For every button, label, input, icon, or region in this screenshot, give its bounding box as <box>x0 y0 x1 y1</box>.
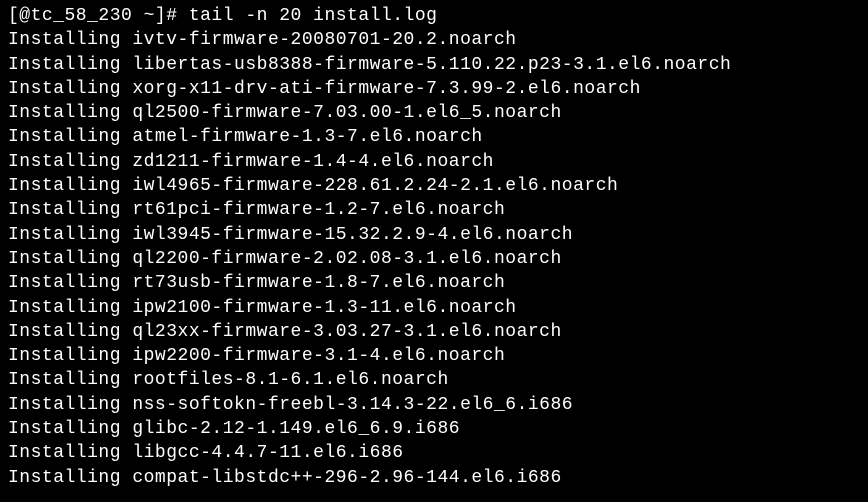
output-line: Installing libgcc-4.4.7-11.el6.i686 <box>8 441 860 465</box>
output-line: Installing rt73usb-firmware-1.8-7.el6.no… <box>8 271 860 295</box>
command-prompt-line: [@tc_58_230 ~]# tail -n 20 install.log <box>8 4 860 28</box>
output-line: Installing atmel-firmware-1.3-7.el6.noar… <box>8 125 860 149</box>
output-line: Installing libertas-usb8388-firmware-5.1… <box>8 53 860 77</box>
shell-prompt: [@tc_58_230 ~]# <box>8 6 189 26</box>
terminal-output[interactable]: [@tc_58_230 ~]# tail -n 20 install.log I… <box>8 4 860 490</box>
output-line: Installing ipw2100-firmware-1.3-11.el6.n… <box>8 296 860 320</box>
output-line: Installing compat-libstdc++-296-2.96-144… <box>8 466 860 490</box>
output-line: Installing xorg-x11-drv-ati-firmware-7.3… <box>8 77 860 101</box>
output-line: Installing ql23xx-firmware-3.03.27-3.1.e… <box>8 320 860 344</box>
output-line: Installing nss-softokn-freebl-3.14.3-22.… <box>8 393 860 417</box>
output-line: Installing glibc-2.12-1.149.el6_6.9.i686 <box>8 417 860 441</box>
output-line: Installing zd1211-firmware-1.4-4.el6.noa… <box>8 150 860 174</box>
output-line: Installing iwl3945-firmware-15.32.2.9-4.… <box>8 223 860 247</box>
output-line: Installing rootfiles-8.1-6.1.el6.noarch <box>8 368 860 392</box>
output-line: Installing ivtv-firmware-20080701-20.2.n… <box>8 28 860 52</box>
output-line: Installing ipw2200-firmware-3.1-4.el6.no… <box>8 344 860 368</box>
command-text: tail -n 20 install.log <box>189 6 438 26</box>
output-line: Installing iwl4965-firmware-228.61.2.24-… <box>8 174 860 198</box>
output-line: Installing rt61pci-firmware-1.2-7.el6.no… <box>8 198 860 222</box>
output-line: Installing ql2200-firmware-2.02.08-3.1.e… <box>8 247 860 271</box>
output-line: Installing ql2500-firmware-7.03.00-1.el6… <box>8 101 860 125</box>
